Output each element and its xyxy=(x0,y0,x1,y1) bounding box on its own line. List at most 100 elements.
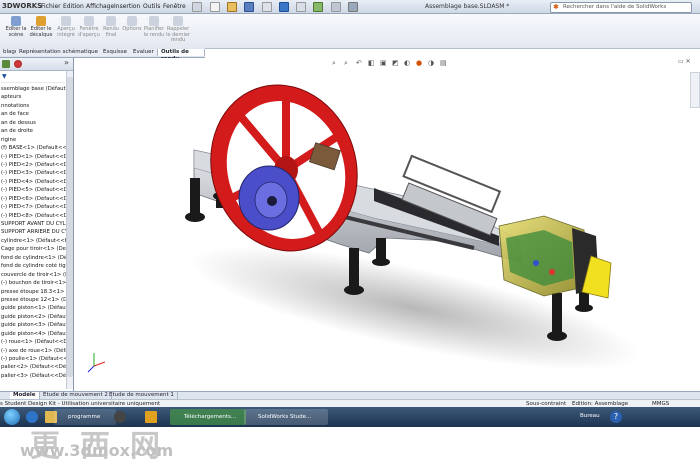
tree-item[interactable]: palier<2> (Défaut<<Défau xyxy=(0,363,73,371)
tree-item[interactable]: (-) PIED<5> (Défaut<<Dé xyxy=(0,186,71,194)
tree-item[interactable]: an de face xyxy=(0,110,66,118)
tree-scrollbar[interactable] xyxy=(66,71,73,389)
tray-icons[interactable] xyxy=(640,412,690,422)
edit-scene-label: Editer la scène xyxy=(5,26,27,38)
start-button-icon[interactable] xyxy=(4,409,20,425)
new-document-icon[interactable] xyxy=(210,2,220,12)
watermark-area: 更西网 www.3dmox.com xyxy=(0,427,700,465)
tree-item[interactable]: (-) PIED<4> (Défaut<<Dé xyxy=(0,178,71,186)
tab-etude-mouvement-2[interactable]: Etude de mouvement 2 xyxy=(40,392,112,399)
tree-item[interactable]: (-) PIED<6> (Défaut<<Dé xyxy=(0,195,71,203)
menu-outils[interactable]: Outils xyxy=(143,3,160,10)
tree-item[interactable]: presse étoupe 12<1> (Déf xyxy=(0,296,72,304)
tab-esquisse[interactable]: Esquisse xyxy=(100,49,131,56)
tree-item[interactable]: (-) roue<1> (Défaut<<Déf xyxy=(0,338,73,346)
tree-item[interactable]: fond de cylindre coté tig xyxy=(0,262,66,270)
options-icon[interactable] xyxy=(331,2,341,12)
tree-item[interactable]: couvercle de tiroir<1> (De xyxy=(0,271,72,279)
tree-item[interactable]: an de dessus xyxy=(0,119,66,127)
help-tray-icon[interactable]: ? xyxy=(610,411,622,423)
tree-item[interactable]: Cage pour tiroir<1> (Defa xyxy=(0,245,71,253)
schedule-render-button[interactable]: Planifier le rendu xyxy=(142,16,166,38)
tree-item[interactable]: (-) PIED<1> (Défaut<<Dé xyxy=(0,153,71,161)
graphics-viewport[interactable]: ⌕ ⌕ ↶ ◧ ▣ ◩ ◐ ● ◑ ▤ ▭ ✕ xyxy=(74,58,700,391)
watermark-url: www.3dmox.com xyxy=(20,441,174,460)
print-icon[interactable] xyxy=(262,2,272,12)
tree-item[interactable]: rigine xyxy=(0,136,66,144)
tree-item[interactable]: (-) PIED<7> (Défaut<<Dé xyxy=(0,203,71,211)
rebuild-icon[interactable] xyxy=(313,2,323,12)
feature-tree-icon[interactable] xyxy=(2,60,10,68)
pulley[interactable] xyxy=(238,165,300,231)
help-search-input[interactable]: ✱ Rechercher dans l'aide de SolidWorks xyxy=(550,2,692,13)
tree-item[interactable]: SUPPORT AVANT DU CYL xyxy=(0,220,66,228)
foot-1-base xyxy=(185,212,205,222)
foot-4-base xyxy=(372,258,390,266)
tab-modele[interactable]: Modèle xyxy=(10,392,40,399)
expand-panel-icon[interactable]: » xyxy=(64,58,69,67)
integrated-preview-button[interactable]: Aperçu intégré xyxy=(54,16,78,38)
tree-item[interactable]: (-) PIED<2> (Défaut<<Dé xyxy=(0,161,71,169)
tree-item[interactable]: nnotations xyxy=(0,102,66,110)
command-manager: Editer la scène Editer le décalque Aperç… xyxy=(0,14,700,49)
foot-3[interactable] xyxy=(349,248,359,286)
tree-item[interactable]: guide piston<4> (Défaut< xyxy=(0,330,72,338)
options-gear-icon xyxy=(127,16,137,26)
tab-evaluer[interactable]: Evaluer xyxy=(130,49,158,56)
edit-decal-button[interactable]: Editer le décalque xyxy=(29,16,53,38)
foot-1[interactable] xyxy=(190,178,200,213)
undo-icon[interactable] xyxy=(279,2,289,12)
tree-item[interactable]: an de droite xyxy=(0,127,66,135)
tree-item[interactable]: (f) BASE<1> (Default<<D xyxy=(0,144,71,152)
tree-item[interactable]: (-) poulie<1> (Défaut<<D xyxy=(0,355,72,363)
tree-item[interactable]: (-) axe de roue<1> (Défau xyxy=(0,347,72,355)
options-button[interactable]: Options xyxy=(120,16,144,33)
tree-scrollbar-thumb[interactable] xyxy=(67,77,73,377)
tree-item[interactable]: presse étoupe 18.3<1> (D xyxy=(0,288,72,296)
customize-icon[interactable] xyxy=(348,2,358,12)
appearance-icon[interactable] xyxy=(14,60,22,68)
command-tabs: blage Représentation schématique Esquiss… xyxy=(0,48,205,62)
tree-item[interactable]: (-) PIED<8> (Défaut<<Dé xyxy=(0,212,71,220)
select-arrow-icon[interactable] xyxy=(296,2,306,12)
tree-item[interactable]: guide piston<3> (Défaut< xyxy=(0,321,72,329)
recall-last-render-button[interactable]: Rappeler le dernier rendu xyxy=(166,16,190,44)
recall-render-icon xyxy=(173,16,183,26)
tree-item[interactable]: fond de cylindre<1> (Défa xyxy=(0,254,72,262)
tab-representation-schematique[interactable]: Représentation schématique xyxy=(16,49,103,56)
panel-toolbar: » xyxy=(0,58,73,71)
filter-icon[interactable]: ▼ xyxy=(2,73,7,80)
tree-item[interactable]: SUPPORT ARRIERE DU CY xyxy=(0,228,68,236)
tab-outils-de-rendu[interactable]: Outils de rendu xyxy=(158,49,205,62)
foot-6-base xyxy=(575,304,593,312)
task-solidworks[interactable]: SolidWorks Stude... xyxy=(244,409,328,425)
tree-item[interactable]: cylindre<1> (Défaut<<Dé xyxy=(0,237,72,245)
menu-fichier[interactable]: Fichier xyxy=(41,3,61,10)
assembly-render[interactable] xyxy=(74,58,700,391)
steam-cylinder[interactable] xyxy=(498,215,612,299)
menu-affichage[interactable]: Affichage xyxy=(86,3,114,10)
tree-item[interactable]: (-) bouchon de tiroir<1> xyxy=(0,279,66,287)
preview-window-button[interactable]: Fenêtre d'aperçu xyxy=(77,16,101,38)
scene-icon xyxy=(11,16,21,26)
tree-item[interactable]: guide piston<1> (Défaut< xyxy=(0,304,72,312)
tab-etude-mouvement-1[interactable]: Etude de mouvement 1 xyxy=(106,392,178,399)
tree-root-assembly[interactable]: ssemblage base (Défaut<Ét xyxy=(0,85,73,93)
tree-item[interactable]: apteurs xyxy=(0,93,66,101)
feature-manager-panel: » ▼ ssemblage base (Défaut<Ét apteurs nno… xyxy=(0,58,74,391)
foot-5[interactable] xyxy=(552,293,562,333)
menu-insertion[interactable]: Insertion xyxy=(114,3,140,10)
save-icon[interactable] xyxy=(244,2,254,12)
open-folder-icon[interactable] xyxy=(227,2,237,12)
menu-fenetre[interactable]: Fenêtre xyxy=(163,3,186,10)
menu-edition[interactable]: Edition xyxy=(63,3,84,10)
title-bar: 3DWORKS Fichier Edition Affichage Insert… xyxy=(0,0,700,14)
tree-item[interactable]: (-) PIED<3> (Défaut<<Dé xyxy=(0,169,71,177)
tray-bureau-label[interactable]: Bureau xyxy=(580,413,600,419)
tree-item[interactable]: palier<3> (Défaut<<Défau xyxy=(0,372,73,380)
edit-scene-button[interactable]: Editer la scène xyxy=(4,16,28,38)
pin-icon[interactable] xyxy=(192,2,202,12)
tree-filter-row: ▼ xyxy=(1,72,65,83)
task-telechargements[interactable]: Téléchargements... xyxy=(170,409,246,425)
tree-item[interactable]: guide piston<2> (Défaut< xyxy=(0,313,72,321)
